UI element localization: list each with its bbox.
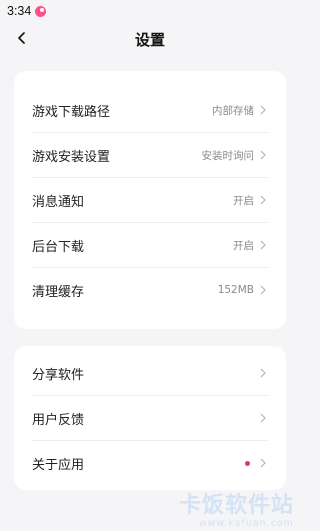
setting-label: 游戏下载路径 (32, 104, 111, 120)
setting-value: 安装时询问 (201, 149, 255, 162)
chevron-right-icon (260, 105, 268, 115)
setting-feedback[interactable]: 用户反馈 (32, 396, 268, 441)
watermark-url: www.kafuan.com (198, 518, 294, 529)
nav-bar: 设置 (0, 22, 300, 56)
status-bar: 3:34 (0, 0, 300, 22)
chevron-right-icon (260, 413, 268, 423)
chevron-right-icon (260, 368, 268, 378)
setting-download-path[interactable]: 游戏下载路径 内部存储 (32, 88, 268, 133)
setting-install[interactable]: 游戏安装设置 安装时询问 (32, 133, 268, 178)
page-title: 设置 (134, 30, 165, 49)
setting-value: 开启 (233, 239, 254, 252)
chevron-right-icon (260, 285, 268, 295)
back-button[interactable] (12, 26, 32, 50)
setting-share-app[interactable]: 分享软件 (32, 351, 268, 396)
setting-label: 分享软件 (32, 367, 85, 383)
setting-label: 后台下载 (32, 239, 85, 255)
setting-clear-cache[interactable]: 清理缓存 152MB (32, 268, 268, 312)
setting-label: 消息通知 (32, 194, 85, 210)
chevron-left-icon (18, 32, 25, 44)
settings-group-general: 游戏下载路径 内部存储 游戏安装设置 安装时询问 消息通知 开启 后台下载 开启… (14, 71, 286, 329)
setting-label: 清理缓存 (32, 284, 85, 300)
setting-label: 关于应用 (32, 457, 85, 473)
watermark-title: 卡饭软件站 (178, 493, 294, 518)
chevron-right-icon (260, 458, 268, 468)
status-time: 3:34 (7, 4, 32, 18)
update-dot-badge (245, 460, 250, 466)
setting-value: 152MB (217, 284, 254, 296)
settings-group-about: 分享软件 用户反馈 关于应用 (14, 346, 286, 490)
watermark: 卡饭软件站 www.kafuan.com (178, 493, 294, 530)
setting-value: 内部存储 (212, 104, 254, 117)
setting-label: 游戏安装设置 (32, 149, 111, 165)
chevron-right-icon (260, 150, 268, 160)
chevron-right-icon (260, 195, 268, 205)
chevron-right-icon (260, 240, 268, 250)
setting-background-download[interactable]: 后台下载 开启 (32, 223, 268, 268)
setting-value: 开启 (233, 194, 254, 207)
app-notification-icon (35, 5, 47, 17)
setting-label: 用户反馈 (32, 412, 85, 428)
setting-notifications[interactable]: 消息通知 开启 (32, 178, 268, 223)
setting-about-app[interactable]: 关于应用 (32, 441, 268, 485)
